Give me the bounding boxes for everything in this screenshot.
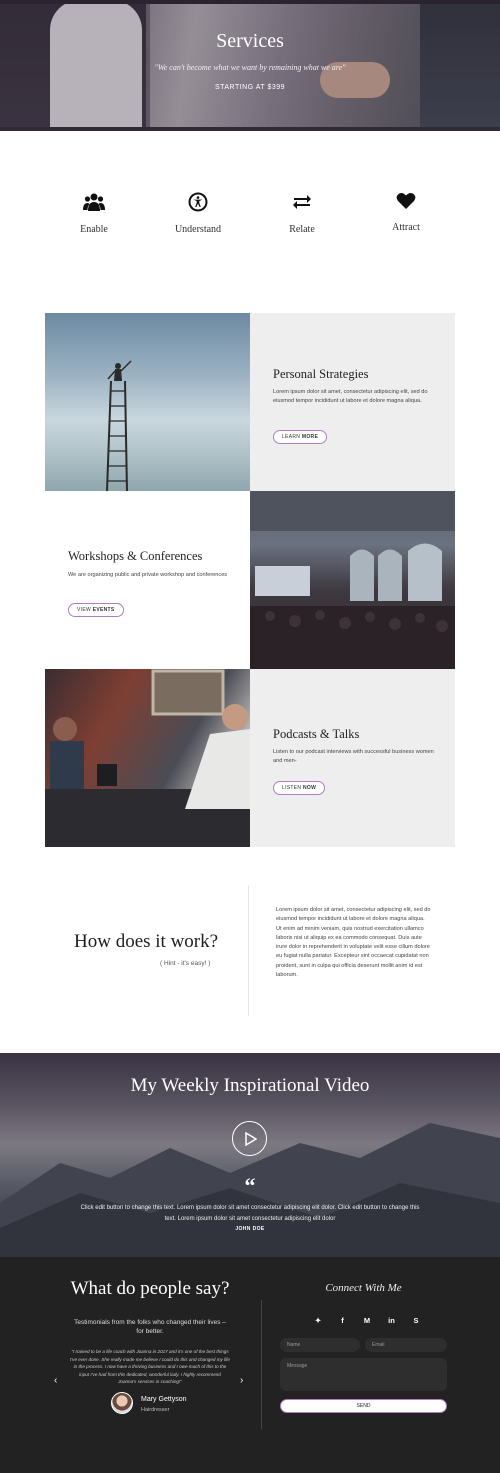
podcasts-image	[45, 669, 250, 847]
testimonials-title: What do people say?	[70, 1278, 230, 1299]
email-field[interactable]: Email	[365, 1338, 447, 1352]
testimonials-subtitle: Testimonials from the folks who changed …	[74, 1319, 226, 1335]
button-label-end: MORE	[301, 434, 319, 440]
accessibility-icon	[188, 192, 208, 212]
hero-quote: "We can't become what we want by remaini…	[154, 63, 346, 72]
card-text: We are organizing public and private wor…	[68, 572, 228, 578]
medium-icon[interactable]: M	[361, 1316, 373, 1325]
feature-relate: Relate	[252, 192, 352, 235]
button-label-end: EVENTS	[92, 607, 115, 613]
message-field[interactable]: Message	[280, 1358, 447, 1391]
quote-icon: “	[244, 1173, 256, 1198]
video-section: My Weekly Inspirational Video “ Click ed…	[0, 1053, 500, 1257]
learn-more-button[interactable]: LEARN MORE	[273, 430, 328, 444]
card-text: Listen to our podcast interviews with su…	[273, 749, 434, 764]
next-arrow-icon[interactable]: ›	[240, 1375, 243, 1386]
feature-attract: Attract	[356, 192, 456, 233]
footer-divider	[261, 1300, 262, 1429]
card-text: Lorem ipsum dolor sit amet, consectetur …	[273, 389, 428, 404]
view-events-button[interactable]: VIEW EVENTS	[68, 603, 124, 617]
connect-title: Connect With Me	[325, 1282, 402, 1294]
button-label-end: NOW	[303, 785, 317, 791]
linkedin-icon[interactable]: in	[386, 1316, 398, 1325]
podcast-studio-illustration	[45, 669, 250, 847]
workshops-image	[250, 491, 455, 669]
conference-hall-illustration	[250, 491, 455, 669]
video-text: Click edit button to change this text. L…	[80, 1205, 420, 1222]
twitter-icon[interactable]: ✦	[312, 1316, 324, 1325]
play-button[interactable]	[232, 1121, 267, 1156]
testimonial-role: Hairdresser	[141, 1407, 170, 1413]
send-button[interactable]: SEND	[280, 1399, 447, 1413]
name-field[interactable]: Name	[280, 1338, 360, 1352]
hero-banner: Services "We can't become what we want b…	[0, 0, 500, 131]
testimonial-quote: "I trained to be a life coach with Joann…	[70, 1349, 230, 1384]
social-links: ✦ f M in S	[312, 1316, 422, 1325]
personal-strategies-image	[45, 313, 250, 491]
exchange-arrows-icon	[293, 195, 311, 209]
video-author: JOHN DOE	[235, 1226, 265, 1232]
card-title: Workshops & Conferences	[68, 549, 203, 563]
feature-label: Relate	[289, 224, 315, 235]
skype-icon[interactable]: S	[410, 1316, 422, 1325]
how-title: How does it work?	[74, 931, 219, 952]
footer: What do people say? Testimonials from th…	[0, 1257, 500, 1473]
play-icon	[245, 1132, 257, 1146]
ladder-illustration	[106, 360, 132, 491]
heart-icon	[396, 193, 416, 209]
button-label-start: VIEW	[77, 607, 91, 613]
feature-label: Enable	[80, 224, 108, 235]
hero-bottom-bar	[0, 127, 500, 131]
feature-understand: Understand	[148, 192, 248, 235]
personal-strategies-card: Personal Strategies Lorem ipsum dolor si…	[250, 313, 455, 491]
prev-arrow-icon[interactable]: ‹	[54, 1375, 57, 1386]
hero-title: Services	[216, 30, 284, 52]
workshops-card: Workshops & Conferences We are organizin…	[45, 491, 250, 669]
facebook-icon[interactable]: f	[337, 1316, 349, 1325]
feature-label: Attract	[392, 222, 420, 233]
listen-now-button[interactable]: LISTEN NOW	[273, 781, 326, 795]
button-label-start: LISTEN	[282, 785, 302, 791]
feature-label: Understand	[174, 224, 222, 235]
how-text: Lorem ipsum dolor sit amet, consectetur …	[276, 907, 431, 979]
hero-price: STARTING AT $399	[214, 84, 286, 91]
hero-top-bar	[0, 0, 500, 4]
feature-enable: Enable	[44, 192, 144, 235]
section-divider	[248, 886, 249, 1016]
card-title: Personal Strategies	[273, 367, 369, 381]
testimonial-name: Mary Gettyson	[141, 1396, 187, 1403]
card-title: Podcasts & Talks	[273, 727, 360, 741]
button-label-start: LEARN	[282, 434, 301, 440]
video-title: My Weekly Inspirational Video	[130, 1075, 370, 1096]
group-icon	[83, 193, 105, 211]
avatar	[111, 1392, 133, 1414]
podcasts-card: Podcasts & Talks Listen to our podcast i…	[250, 669, 455, 847]
how-hint: ( Hint - it's easy! )	[160, 960, 211, 967]
